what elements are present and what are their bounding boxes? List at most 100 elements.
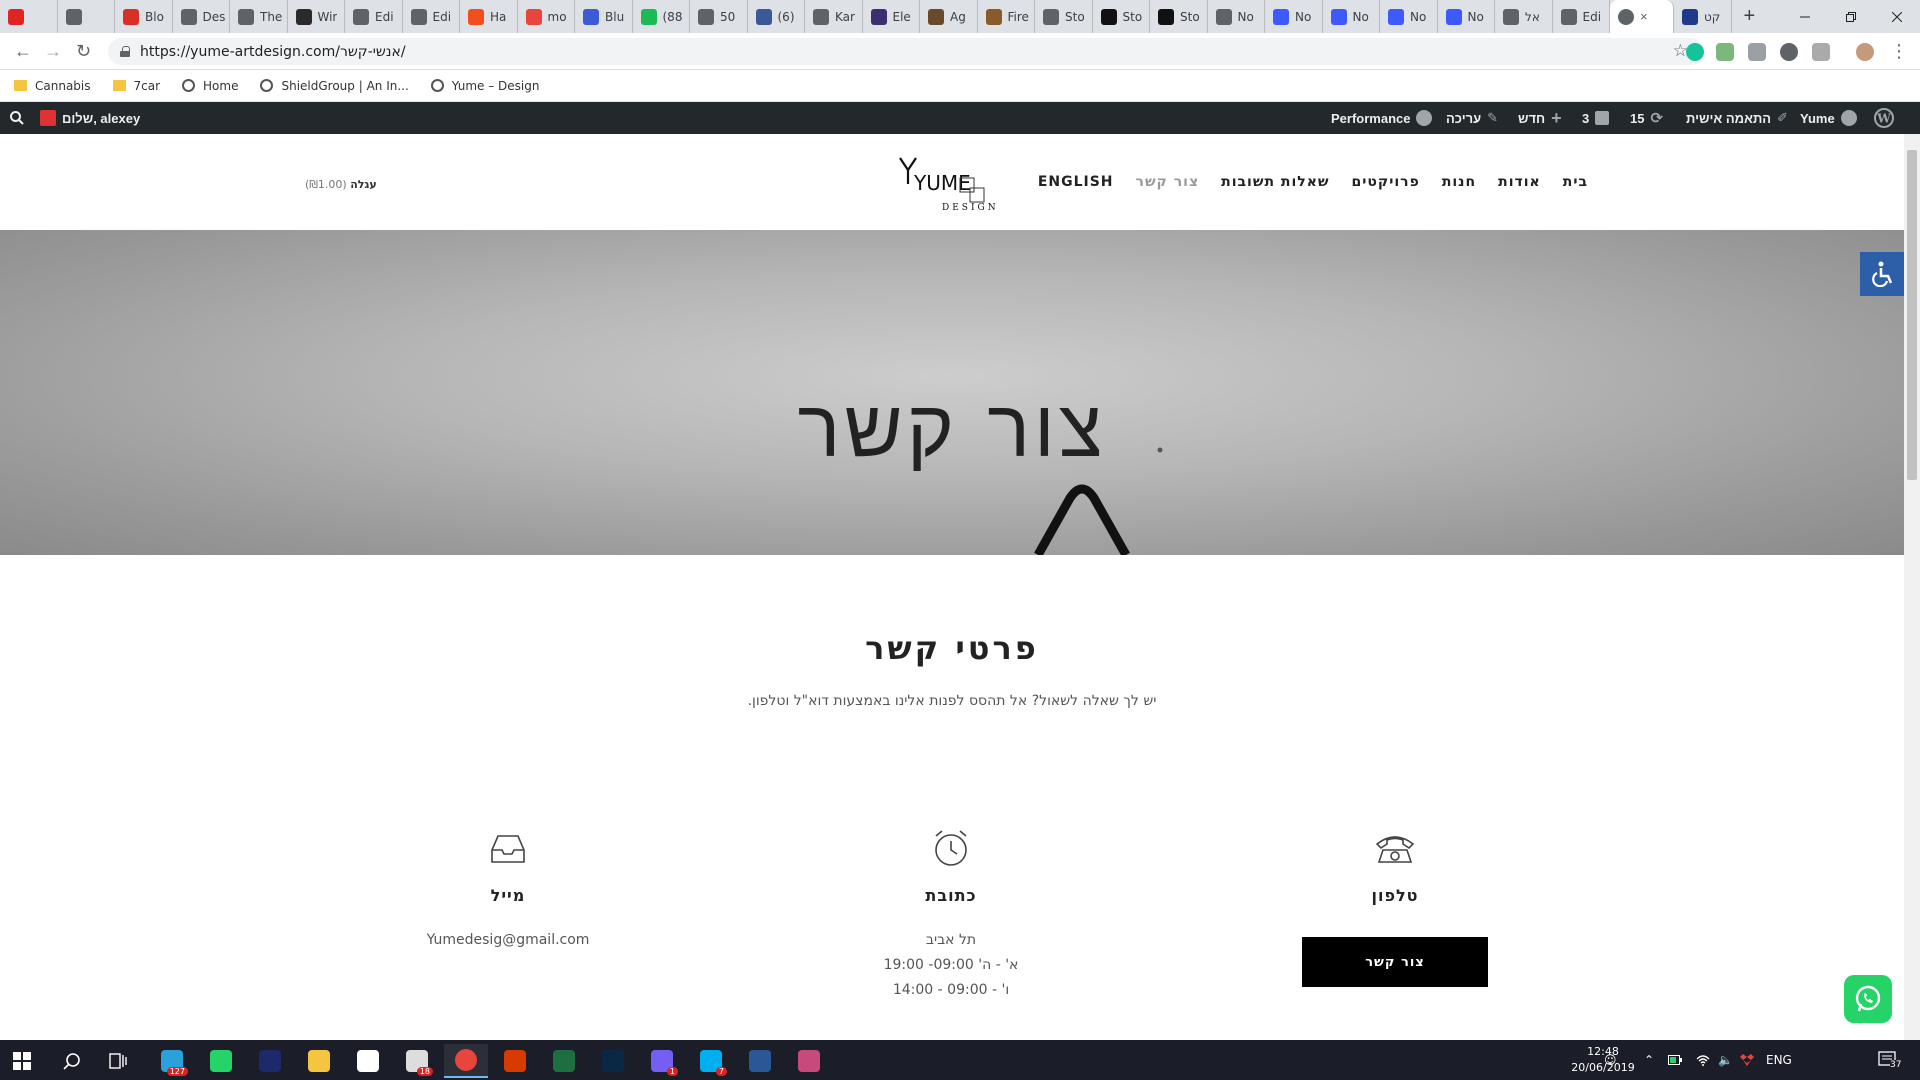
back-arrow-icon[interactable]: ← (14, 41, 32, 62)
browser-tab[interactable]: Edi (345, 0, 403, 33)
url-text[interactable]: https://yume-artdesign.com/אנשי-קשר/ (140, 44, 406, 60)
new-menu[interactable]: חדש + (1518, 102, 1562, 134)
browser-tab[interactable]: Sto (1093, 0, 1150, 33)
browser-tab[interactable]: Ele (863, 0, 920, 33)
edit-menu[interactable]: עריכה ✎ (1446, 102, 1498, 134)
code-extension-icon[interactable] (1748, 43, 1766, 61)
taskbar-app-telegram[interactable]: 127 (150, 1044, 194, 1078)
nav-item[interactable]: ENGLISH (1038, 174, 1114, 190)
taskbar-app-file-explorer[interactable] (297, 1044, 341, 1078)
browser-tab[interactable]: mo (518, 0, 575, 33)
nav-item[interactable]: פרויקטים (1352, 174, 1420, 190)
taskbar-app-skype[interactable]: 7 (689, 1044, 733, 1078)
notification-center[interactable]: 37 (1878, 1040, 1902, 1080)
taskbar-app-word[interactable] (738, 1044, 782, 1078)
task-view-button[interactable] (96, 1044, 140, 1078)
browser-tab[interactable]: Ag (920, 0, 978, 33)
active-tab[interactable]: × (1610, 0, 1674, 33)
email-address[interactable]: Yumedesig@gmail.com (358, 932, 658, 948)
nav-item[interactable]: חנות (1442, 174, 1476, 190)
updates-menu[interactable]: 15 ⟳ (1630, 102, 1663, 134)
browser-tab[interactable]: Fire (978, 0, 1035, 33)
taskbar-app-photoshop[interactable] (591, 1044, 635, 1078)
bookmark-item[interactable]: 7car (112, 79, 160, 93)
close-window-button[interactable] (1874, 0, 1920, 33)
bookmark-item[interactable]: Yume – Design (430, 79, 539, 93)
browser-tab[interactable]: Sto (1150, 0, 1208, 33)
browser-tab[interactable]: Edi (1553, 0, 1610, 33)
browser-tab[interactable]: Des (173, 0, 230, 33)
reload-icon[interactable]: ↻ (76, 41, 91, 62)
taskbar-app-calendar[interactable] (493, 1044, 537, 1078)
dropbox-icon[interactable] (1740, 1040, 1754, 1080)
browser-tab[interactable]: (6) (748, 0, 805, 33)
search-button[interactable] (50, 1044, 94, 1078)
site-logo[interactable]: YUME DESIGN (898, 154, 1006, 216)
volume-icon[interactable]: 🔈 (1718, 1040, 1733, 1080)
browser-tab[interactable]: Edi (403, 0, 460, 33)
browser-tab[interactable]: Wir (288, 0, 345, 33)
profile-avatar[interactable] (1856, 43, 1874, 61)
bookmark-item[interactable]: Cannabis (14, 79, 91, 93)
restore-button[interactable] (1828, 0, 1874, 33)
language-indicator[interactable]: ENG (1766, 1040, 1792, 1080)
comments-menu[interactable]: 3 (1582, 102, 1610, 134)
nav-item[interactable]: שאלות תשובות (1221, 174, 1329, 190)
taskbar-app-mail[interactable]: 18 (395, 1044, 439, 1078)
whatsapp-button[interactable] (1844, 975, 1892, 1023)
taskbar-app-paint[interactable] (787, 1044, 831, 1078)
page-scrollbar[interactable] (1904, 134, 1920, 1040)
search-icon[interactable] (10, 102, 24, 134)
forward-arrow-icon[interactable]: → (44, 41, 62, 62)
close-tab-icon[interactable]: × (1640, 9, 1648, 24)
browser-tab[interactable]: No (1323, 0, 1380, 33)
minimize-button[interactable] (1782, 0, 1828, 33)
nav-item[interactable]: אודות (1498, 174, 1541, 190)
browser-tab[interactable]: Sto (1035, 0, 1093, 33)
browser-tab[interactable]: Kar (805, 0, 863, 33)
wifi-icon[interactable] (1696, 1040, 1710, 1080)
chrome-menu-icon[interactable]: ⋮ (1890, 41, 1908, 62)
taskbar-app-xe[interactable] (248, 1044, 292, 1078)
cart-link[interactable]: עגלה (₪1.00) (305, 178, 377, 191)
browser-tab[interactable]: No (1208, 0, 1265, 33)
browser-tab[interactable] (58, 0, 115, 33)
taskbar-app-excel[interactable] (542, 1044, 586, 1078)
chevron-up-icon[interactable]: ⌃ (1644, 1040, 1654, 1080)
taskbar-app-whatsapp[interactable] (199, 1044, 243, 1078)
browser-tab[interactable]: No (1380, 0, 1438, 33)
start-button[interactable] (0, 1044, 44, 1078)
accessibility-button[interactable] (1860, 252, 1904, 296)
tab-last[interactable]: קט (1674, 0, 1732, 33)
wp-account-menu[interactable]: שלום, alexey (40, 102, 140, 134)
browser-tab[interactable]: 50 (690, 0, 748, 33)
bookmark-item[interactable]: ShieldGroup | An In... (260, 79, 409, 93)
scrollbar-thumb[interactable] (1907, 150, 1917, 480)
browser-tab[interactable]: Blu (575, 0, 633, 33)
url-omnibox[interactable]: https://yume-artdesign.com/אנשי-קשר/ ☆ (108, 38, 1704, 65)
new-tab-button[interactable]: + (1744, 5, 1756, 28)
nav-item[interactable]: בית (1563, 174, 1588, 190)
customize-menu[interactable]: התאמה אישית ✐ (1686, 102, 1788, 134)
battery-icon[interactable] (1668, 1040, 1682, 1080)
site-menu[interactable]: Yume (1800, 102, 1857, 134)
grammarly-extension-icon[interactable] (1686, 43, 1704, 61)
browser-tab[interactable]: (88 (633, 0, 690, 33)
taskbar-app-viber[interactable]: 1 (640, 1044, 684, 1078)
contact-button[interactable]: צור קשר (1302, 937, 1488, 987)
nav-item[interactable]: צור קשר (1136, 174, 1200, 190)
browser-tab[interactable]: No (1265, 0, 1323, 33)
browser-tab[interactable]: Blo (115, 0, 173, 33)
taskbar-app-chrome[interactable] (444, 1044, 488, 1078)
browser-tab[interactable] (0, 0, 58, 33)
browser-tab[interactable]: No (1438, 0, 1495, 33)
bookmark-item[interactable]: Home (182, 79, 238, 93)
system-clock[interactable]: 12:48 20/06/2019 (1563, 1044, 1643, 1076)
extension-icon[interactable] (1812, 43, 1830, 61)
extension-icon[interactable] (1716, 43, 1734, 61)
browser-tab[interactable]: The (230, 0, 288, 33)
performance-menu[interactable]: Performance (1331, 102, 1433, 134)
wordpress-logo-icon[interactable]: W (1874, 102, 1894, 134)
browser-tab[interactable]: Ha (460, 0, 518, 33)
taskbar-app-store[interactable] (346, 1044, 390, 1078)
